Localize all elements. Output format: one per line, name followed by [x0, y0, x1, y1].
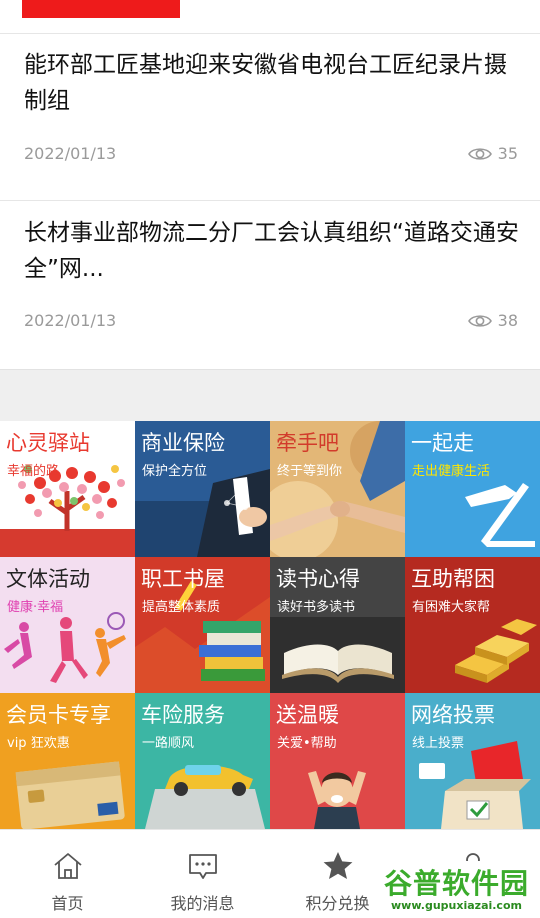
tile-subtitle: 有困难大家帮	[412, 600, 491, 615]
eye-icon	[467, 147, 492, 160]
tab-messages[interactable]: 我的消息	[135, 830, 270, 918]
star-icon	[323, 852, 352, 879]
watermark-url: www.gupuxiazai.com	[391, 899, 522, 912]
tile-subtitle: 健康·幸福	[7, 600, 64, 615]
tile-reading-notes[interactable]: 读书心得 读好书多读书	[270, 557, 405, 693]
watermark-logo: 谷普软件园 www.gupuxiazai.com	[375, 861, 538, 916]
eye-icon	[467, 314, 492, 327]
tile-sports-culture[interactable]: 文体活动 健康·幸福	[0, 557, 135, 693]
tile-title: 一起走	[411, 431, 474, 455]
tile-title: 商业保险	[141, 431, 225, 455]
tab-label: 首页	[51, 894, 84, 913]
tile-title: 车险服务	[141, 703, 225, 727]
tile-title: 牵手吧	[276, 431, 339, 455]
tile-mutual-aid[interactable]: 互助帮困 有困难大家帮	[405, 557, 540, 693]
watermark-text: 谷普软件园	[383, 867, 529, 900]
news-date: 2022/01/13	[24, 311, 117, 330]
tile-title: 心灵驿站	[6, 431, 90, 455]
tile-title: 职工书屋	[141, 567, 225, 591]
tile-commercial-insurance[interactable]: 商业保险 保护全方位	[135, 421, 270, 557]
home-icon	[53, 853, 82, 879]
tile-subtitle: 一路顺风	[142, 736, 195, 751]
service-grid: 心灵驿站 幸福的路 商业保险 保护全方位 牵手吧 终于等到你 一起走 走出健康生…	[0, 421, 540, 829]
tile-subtitle: vip 狂欢惠	[7, 736, 70, 751]
view-count: 38	[467, 311, 518, 330]
tile-title: 会员卡专享	[6, 703, 111, 727]
tile-subtitle: 幸福的路	[7, 464, 60, 479]
tile-subtitle: 读好书多读书	[277, 600, 356, 615]
tile-subtitle: 保护全方位	[142, 464, 208, 479]
tile-subtitle: 线上投票	[412, 736, 465, 751]
tile-subtitle: 终于等到你	[277, 464, 343, 479]
news-title[interactable]: 长材事业部物流二分厂工会认真组织“道路交通安全”网...	[24, 215, 524, 287]
tile-subtitle: 关爱•帮助	[277, 736, 337, 751]
news-title[interactable]: 能环部工匠基地迎来安徽省电视台工匠纪录片摄制组	[24, 47, 524, 119]
tile-title: 文体活动	[6, 567, 90, 591]
header-red-bar	[22, 0, 180, 18]
tab-label: 我的消息	[170, 894, 235, 913]
tile-staff-library[interactable]: 职工书屋 提高整体素质	[135, 557, 270, 693]
tile-online-vote[interactable]: 网络投票 线上投票	[405, 693, 540, 829]
tile-member-card[interactable]: 会员卡专享 vip 狂欢惠	[0, 693, 135, 829]
tab-home[interactable]: 首页	[0, 830, 135, 918]
message-icon	[188, 854, 217, 879]
news-item[interactable]: 长材事业部物流二分厂工会认真组织“道路交通安全”网... 2022/01/13 …	[0, 201, 540, 369]
tile-send-warmth[interactable]: 送温暖 关爱•帮助	[270, 693, 405, 829]
view-count-value: 35	[497, 144, 518, 163]
tile-title: 网络投票	[411, 703, 495, 727]
tile-title: 互助帮困	[411, 567, 495, 591]
news-item[interactable]: 能环部工匠基地迎来安徽省电视台工匠纪录片摄制组 2022/01/13 35	[0, 34, 540, 200]
view-count-value: 38	[497, 311, 518, 330]
news-date: 2022/01/13	[24, 144, 117, 163]
tile-car-insurance[interactable]: 车险服务 一路顺风	[135, 693, 270, 829]
tile-walk-together[interactable]: 一起走 走出健康生活	[405, 421, 540, 557]
tile-title: 送温暖	[276, 703, 339, 727]
tile-heart-station[interactable]: 心灵驿站 幸福的路	[0, 421, 135, 557]
view-count: 35	[467, 144, 518, 163]
section-gap	[0, 369, 540, 421]
tile-title: 读书心得	[276, 567, 360, 591]
tile-subtitle: 走出健康生活	[412, 464, 491, 479]
tile-hand-in-hand[interactable]: 牵手吧 终于等到你	[270, 421, 405, 557]
app-screen: 能环部工匠基地迎来安徽省电视台工匠纪录片摄制组 2022/01/13 35 长材…	[0, 0, 540, 918]
tile-subtitle: 提高整体素质	[142, 600, 221, 615]
